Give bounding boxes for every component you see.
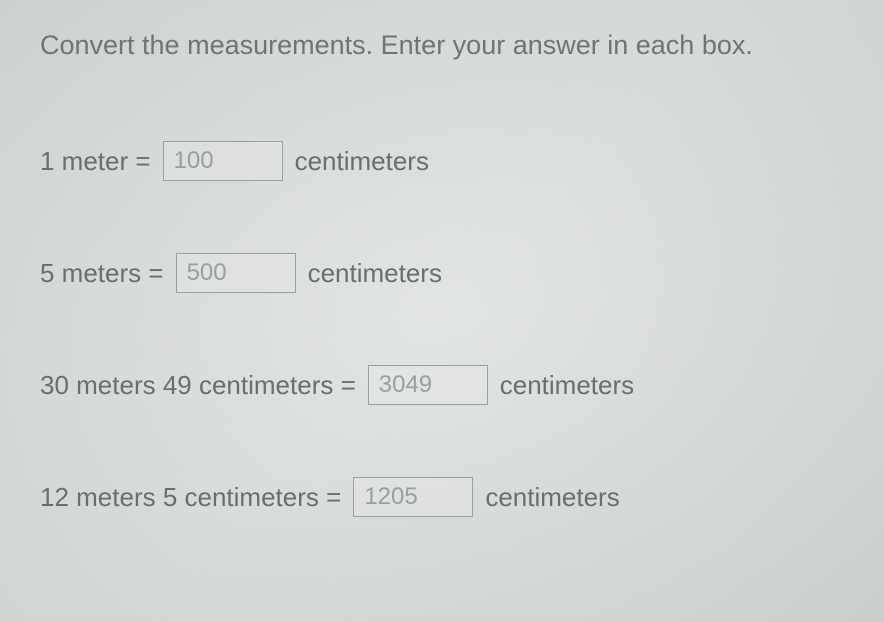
answer-input-1[interactable] [163, 141, 283, 181]
answer-input-4[interactable] [353, 477, 473, 517]
conversion-row: 12 meters 5 centimeters = centimeters [40, 477, 844, 517]
row-label-right: centimeters [500, 370, 634, 401]
row-label-left: 1 meter = [40, 146, 151, 177]
answer-input-2[interactable] [176, 253, 296, 293]
conversion-row: 1 meter = centimeters [40, 141, 844, 181]
answer-input-3[interactable] [368, 365, 488, 405]
row-label-left: 5 meters = [40, 258, 164, 289]
row-label-right: centimeters [308, 258, 442, 289]
instruction-text: Convert the measurements. Enter your ans… [40, 30, 844, 61]
row-label-left: 30 meters 49 centimeters = [40, 370, 356, 401]
conversion-row: 30 meters 49 centimeters = centimeters [40, 365, 844, 405]
row-label-left: 12 meters 5 centimeters = [40, 482, 341, 513]
row-label-right: centimeters [295, 146, 429, 177]
conversion-row: 5 meters = centimeters [40, 253, 844, 293]
row-label-right: centimeters [485, 482, 619, 513]
